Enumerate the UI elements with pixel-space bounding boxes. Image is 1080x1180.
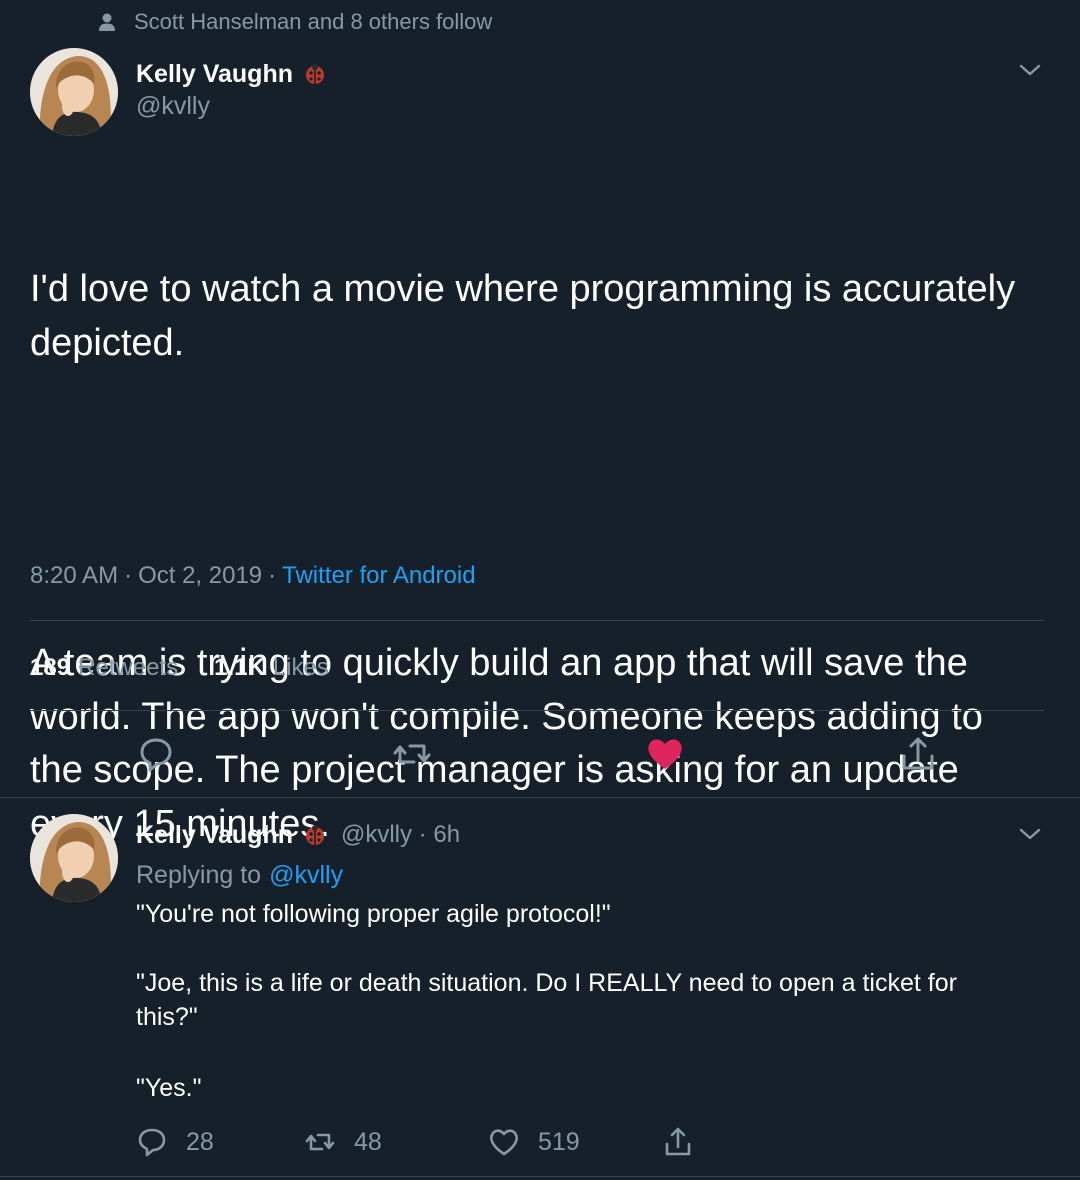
tweet-date[interactable]: Oct 2, 2019 [138,562,262,590]
likes-count: 1.1K [214,654,265,681]
person-icon [96,11,118,33]
reply-count: 28 [186,1127,214,1156]
tweet-paragraph: I'd love to watch a movie where programm… [30,268,1026,364]
replying-to-label: Replying to [136,860,262,889]
tweet-stats: 189 Retweets 1.1K Likes [30,648,365,688]
share-icon [665,1127,691,1156]
share-action[interactable] [662,1126,712,1158]
like-icon[interactable] [645,734,685,774]
reply-icon[interactable] [136,734,176,774]
reply-line: "Yes." [136,1074,202,1102]
retweet-icon [305,1133,335,1151]
reply-action[interactable]: 28 [136,1126,304,1158]
like-action[interactable]: 519 [488,1126,662,1158]
divider [0,797,1080,798]
share-icon[interactable] [898,734,938,774]
retweet-icon[interactable] [392,734,432,774]
author-handle[interactable]: @kvlly [136,92,210,121]
retweet-count: 48 [354,1127,382,1156]
avatar-image [30,814,118,902]
divider [30,710,1044,711]
author-name-row[interactable]: Kelly Vaughn [136,56,327,92]
replying-to: Replying to @kvlly [136,856,343,894]
meta-separator: · [124,562,133,589]
reply-icon [138,1128,166,1157]
tweet-time[interactable]: 8:20 AM [30,562,118,590]
divider [30,620,1044,621]
social-context[interactable]: Scott Hanselman and 8 others follow [96,6,492,38]
avatar[interactable] [30,814,118,902]
replying-to-handle[interactable]: @kvlly [269,861,343,890]
chevron-down-icon[interactable] [1016,56,1044,84]
avatar-image [30,48,118,136]
likes-label: Likes [272,654,329,681]
retweets-count: 189 [30,654,71,681]
ladybug-emoji-icon [303,823,327,847]
reply-line: "You're not following proper agile proto… [136,900,611,928]
heart-icon [490,1129,518,1156]
divider [0,1176,1080,1177]
social-context-text: Scott Hanselman and 8 others follow [134,9,493,34]
tweet-meta: 8:20 AM · Oct 2, 2019 · Twitter for Andr… [30,556,476,596]
reply-header: Kelly Vaughn @kvlly · 6h [136,814,460,856]
avatar[interactable] [30,48,118,136]
tweet-text: I'd love to watch a movie where programm… [30,156,1040,905]
author-handle-time[interactable]: @kvlly · 6h [341,821,460,849]
reply-actions: 28 48 519 [136,1122,712,1162]
author-name[interactable]: Kelly Vaughn [136,821,293,850]
retweet-action[interactable]: 48 [304,1126,488,1158]
ladybug-emoji-icon [303,62,327,86]
tweet-source-link[interactable]: Twitter for Android [282,562,475,590]
chevron-down-icon[interactable] [1016,820,1044,848]
retweets-label: Retweets [78,654,179,681]
meta-separator: · [268,562,277,589]
like-count: 519 [538,1127,580,1156]
author-name[interactable]: Kelly Vaughn [136,60,293,89]
retweets-stat[interactable]: 189 Retweets [30,654,178,682]
reply-line: "Joe, this is a life or death situation.… [136,969,957,1031]
likes-stat[interactable]: 1.1K Likes [214,654,329,682]
